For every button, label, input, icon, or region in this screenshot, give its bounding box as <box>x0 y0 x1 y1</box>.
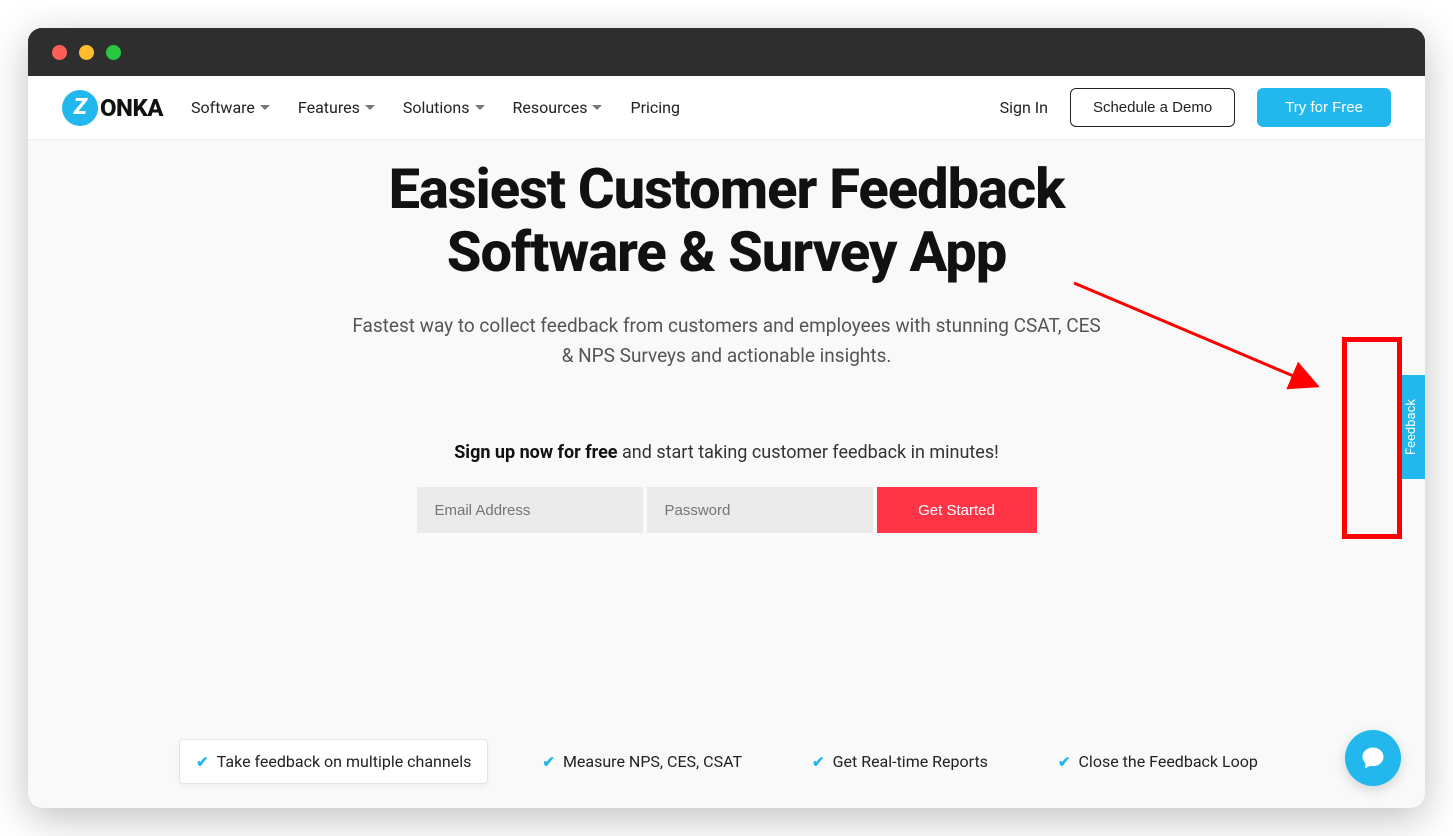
nav-label: Resources <box>513 98 588 117</box>
window-maximize-button[interactable] <box>106 45 121 60</box>
browser-window: Z ONKA Software Features Solutions <box>28 28 1425 808</box>
browser-viewport: Z ONKA Software Features Solutions <box>28 76 1425 808</box>
page-body: Z ONKA Software Features Solutions <box>28 76 1425 808</box>
nav-label: Software <box>191 98 255 117</box>
nav-item-software[interactable]: Software <box>191 98 270 117</box>
chevron-down-icon <box>592 105 602 110</box>
feature-label: Close the Feedback Loop <box>1079 752 1258 771</box>
nav-label: Solutions <box>403 98 470 117</box>
email-field[interactable] <box>417 487 643 533</box>
nav-item-solutions[interactable]: Solutions <box>403 98 485 117</box>
chevron-down-icon <box>260 105 270 110</box>
nav-item-resources[interactable]: Resources <box>513 98 603 117</box>
hero-title-line1: Easiest Customer Feedback <box>389 156 1065 222</box>
nav-label: Pricing <box>630 98 680 117</box>
chevron-down-icon <box>475 105 485 110</box>
chevron-down-icon <box>365 105 375 110</box>
feedback-side-tab[interactable]: Feedback <box>1398 375 1425 479</box>
feature-item-close-loop[interactable]: ✔ Close the Feedback Loop <box>1042 740 1274 783</box>
feature-label: Get Real-time Reports <box>833 752 988 771</box>
check-icon: ✔ <box>542 753 555 771</box>
signup-prompt-bold: Sign up now for free <box>454 442 617 463</box>
chat-launcher[interactable] <box>1345 730 1401 786</box>
nav-right: Sign In Schedule a Demo Try for Free <box>1000 88 1391 127</box>
try-for-free-button[interactable]: Try for Free <box>1257 88 1391 127</box>
hero-title-line2: Software & Survey App <box>447 219 1007 285</box>
nav-item-features[interactable]: Features <box>298 98 375 117</box>
signup-form: Get Started <box>28 487 1425 533</box>
hero-section: Easiest Customer Feedback Software & Sur… <box>28 140 1425 533</box>
window-titlebar <box>28 28 1425 76</box>
window-minimize-button[interactable] <box>79 45 94 60</box>
check-icon: ✔ <box>812 753 825 771</box>
top-navigation: Z ONKA Software Features Solutions <box>28 76 1425 140</box>
nav-label: Features <box>298 98 360 117</box>
hero-subtitle: Fastest way to collect feedback from cus… <box>347 311 1107 370</box>
signup-prompt-rest: and start taking customer feedback in mi… <box>618 442 999 463</box>
window-close-button[interactable] <box>52 45 67 60</box>
schedule-demo-button[interactable]: Schedule a Demo <box>1070 88 1235 127</box>
hero-title: Easiest Customer Feedback Software & Sur… <box>28 158 1425 283</box>
check-icon: ✔ <box>1058 753 1071 771</box>
feature-label: Take feedback on multiple channels <box>217 752 472 771</box>
logo[interactable]: Z ONKA <box>62 90 163 126</box>
feature-item-measure[interactable]: ✔ Measure NPS, CES, CSAT <box>526 740 758 783</box>
chat-icon <box>1359 744 1387 772</box>
feature-row: ✔ Take feedback on multiple channels ✔ M… <box>28 739 1425 784</box>
signup-prompt: Sign up now for free and start taking cu… <box>28 442 1425 463</box>
feature-label: Measure NPS, CES, CSAT <box>563 752 742 771</box>
feature-item-reports[interactable]: ✔ Get Real-time Reports <box>796 740 1004 783</box>
get-started-button[interactable]: Get Started <box>877 487 1037 533</box>
nav-item-pricing[interactable]: Pricing <box>630 98 680 117</box>
feature-item-channels[interactable]: ✔ Take feedback on multiple channels <box>179 739 488 784</box>
logo-badge: Z <box>62 90 98 126</box>
password-field[interactable] <box>647 487 873 533</box>
signin-link[interactable]: Sign In <box>1000 98 1048 117</box>
check-icon: ✔ <box>196 753 209 771</box>
nav-links: Software Features Solutions Resources <box>191 98 680 117</box>
logo-text: ONKA <box>100 94 163 122</box>
